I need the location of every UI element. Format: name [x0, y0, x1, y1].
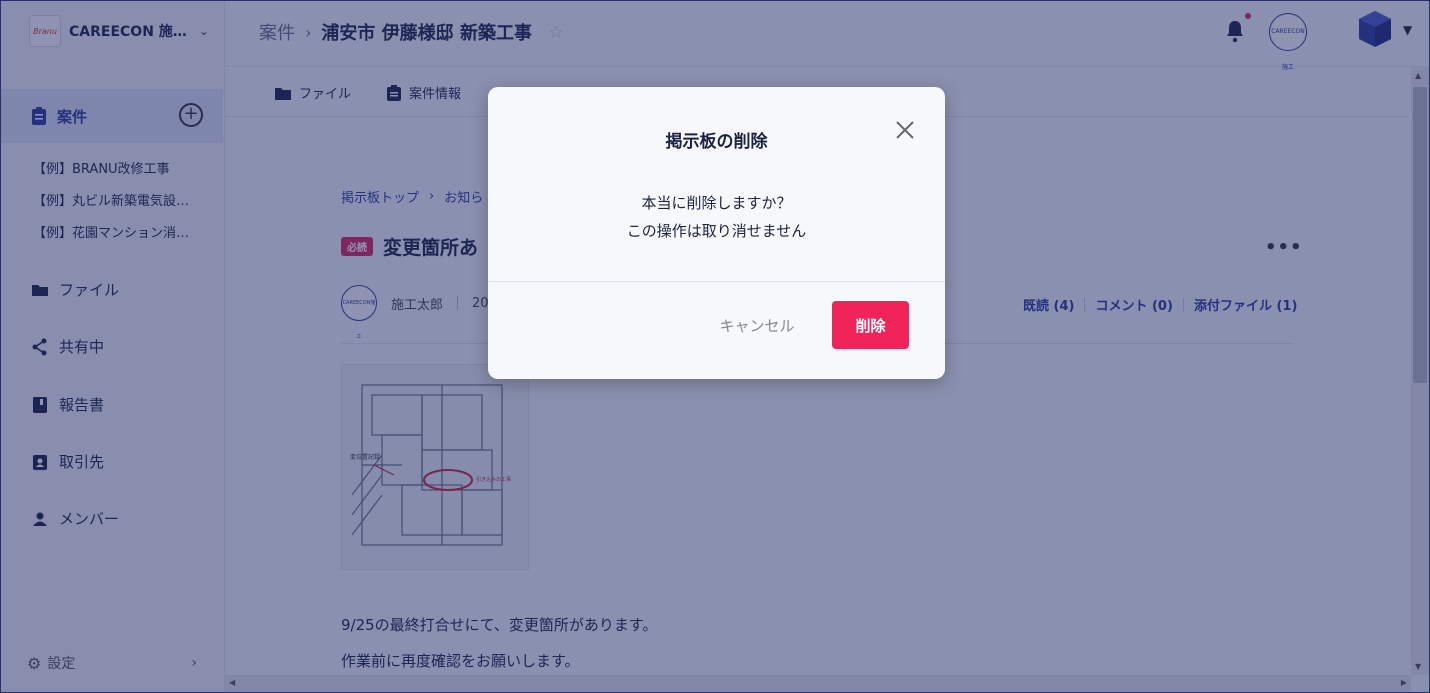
dialog-message-line: 本当に削除しますか？ — [641, 194, 792, 212]
divider — [488, 281, 945, 282]
dialog-message-line: この操作は取り消せません — [626, 222, 807, 240]
delete-board-dialog: 掲示板の削除 本当に削除しますか？ この操作は取り消せません キャンセル 削除 — [488, 87, 945, 379]
cancel-button[interactable]: キャンセル — [702, 301, 812, 349]
dialog-title: 掲示板の削除 — [665, 132, 768, 152]
delete-button[interactable]: 削除 — [832, 301, 909, 349]
dialog-message: 本当に削除しますか？ この操作は取り消せません — [488, 189, 945, 245]
close-icon[interactable] — [894, 119, 916, 141]
app-window: Branu CAREECON 施… ⌄ 案件 + 【例】BRANU改修工事 【例… — [0, 0, 1430, 693]
